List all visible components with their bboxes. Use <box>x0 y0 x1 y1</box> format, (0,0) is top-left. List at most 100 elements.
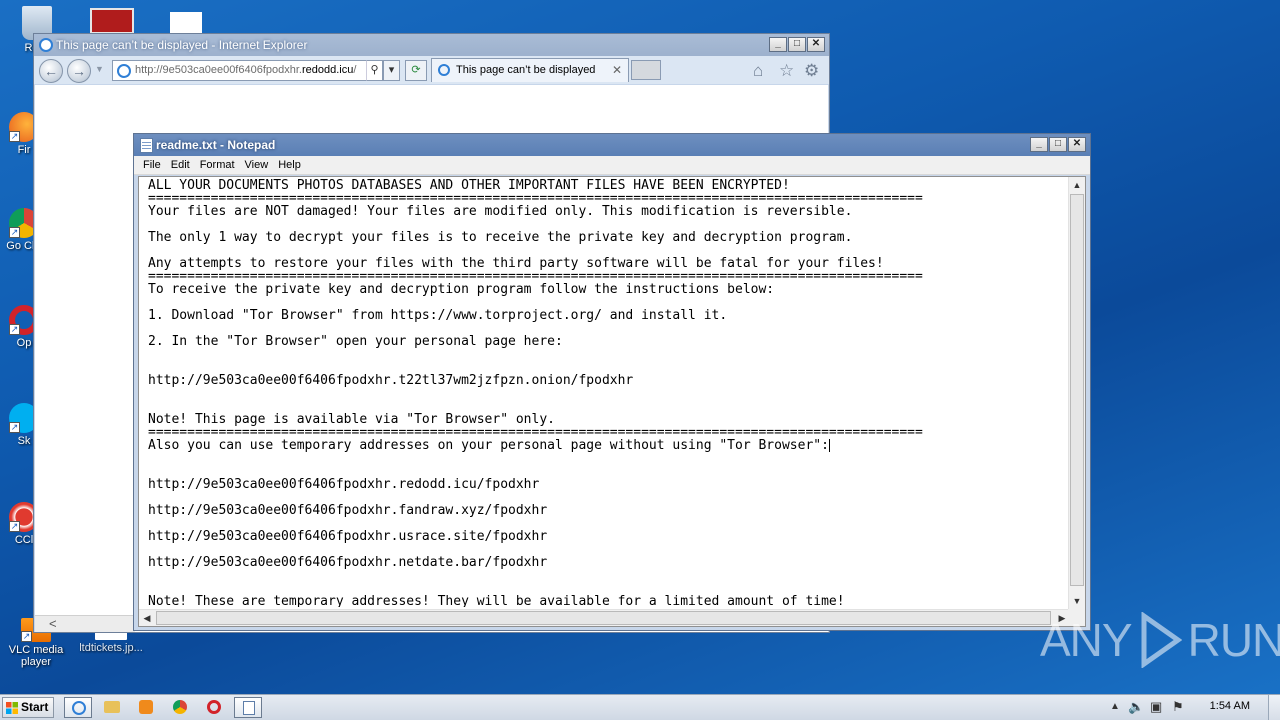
text-line: Also you can use temporary addresses on … <box>148 438 830 453</box>
text-line: http://9e503ca0ee00f6406fpodxhr.usrace.s… <box>148 529 548 544</box>
shortcut-arrow-icon: ↗ <box>9 521 20 532</box>
new-tab-button[interactable] <box>631 60 661 80</box>
start-label: Start <box>21 700 49 714</box>
text-line <box>148 387 1068 400</box>
tab-label: This page can’t be displayed <box>456 64 596 76</box>
tray-expand-icon[interactable]: ▲ <box>1110 701 1120 712</box>
history-dropdown-icon[interactable]: ▼ <box>95 64 104 74</box>
tab-this-page[interactable]: This page can’t be displayed ✕ <box>431 58 629 82</box>
address-bar[interactable]: http://9e503ca0ee00f6406fpodxhr.redodd.i… <box>112 60 400 81</box>
back-arrow-icon: ← <box>44 63 58 79</box>
taskbar-chrome[interactable] <box>166 697 194 718</box>
show-desktop-button[interactable] <box>1268 695 1280 720</box>
taskbar-notepad[interactable] <box>234 697 262 718</box>
shortcut-arrow-icon: ↗ <box>9 324 20 335</box>
taskbar-media-player[interactable] <box>132 697 160 718</box>
refresh-icon: ⟳ <box>411 64 421 76</box>
text-line: http://9e503ca0ee00f6406fpodxhr.redodd.i… <box>148 477 540 492</box>
notepad-window-title: readme.txt - Notepad <box>156 138 276 152</box>
action-center-flag-icon[interactable]: ⚑ <box>1172 699 1184 715</box>
forward-arrow-icon: → <box>72 63 86 79</box>
text-line: The only 1 way to decrypt your files is … <box>148 230 853 245</box>
text-line: http://9e503ca0ee00f6406fpodxhr.netdate.… <box>148 555 548 570</box>
ie-tab-icon <box>438 64 450 76</box>
home-icon[interactable]: ⌂ <box>753 61 763 81</box>
address-domain: redodd.icu <box>301 64 354 76</box>
minimize-button[interactable]: _ <box>769 37 787 52</box>
text-line: To receive the private key and decryptio… <box>148 282 775 297</box>
ie-horizontal-scrollbar[interactable]: < <box>35 615 135 632</box>
ie-toolbar: ← → ▼ http://9e503ca0ee00f6406fpodxhr.re… <box>34 56 829 84</box>
favorites-star-icon[interactable]: ☆ <box>779 61 794 81</box>
chrome-icon <box>173 700 187 714</box>
text-line <box>148 348 1068 361</box>
scroll-up-icon[interactable]: ▲ <box>1069 177 1085 193</box>
menu-edit[interactable]: Edit <box>166 156 195 174</box>
close-button[interactable]: ✕ <box>807 37 825 52</box>
address-suffix: / <box>353 64 357 76</box>
text-line: 2. In the "Tor Browser" open your person… <box>148 334 563 349</box>
acrobat-icon[interactable] <box>90 8 134 34</box>
network-icon[interactable]: ▣ <box>1150 699 1162 715</box>
volume-icon[interactable]: 🔈 <box>1128 699 1144 715</box>
search-button[interactable]: ⚲ <box>366 60 383 81</box>
ie-page-icon <box>117 64 131 78</box>
scroll-thumb[interactable] <box>156 611 1051 625</box>
address-prefix: http://9e503ca0ee00f6406fpodxhr. <box>135 64 302 76</box>
ie-logo-icon <box>72 701 86 715</box>
taskbar-ie[interactable] <box>64 697 92 718</box>
clock[interactable]: 1:54 AM <box>1210 700 1250 712</box>
shortcut-arrow-icon: ↗ <box>9 131 20 142</box>
play-logo-icon <box>1141 612 1182 668</box>
text-line: Note! These are temporary addresses! The… <box>148 594 845 607</box>
notepad-window[interactable]: readme.txt - Notepad _ □ ✕ File Edit For… <box>133 133 1091 631</box>
shortcut-arrow-icon: ↗ <box>21 631 32 642</box>
search-icon: ⚲ <box>370 64 379 76</box>
text-caret <box>828 439 830 452</box>
notepad-menubar: File Edit Format View Help <box>134 156 1090 175</box>
text-line <box>148 569 1068 582</box>
windows-logo-icon <box>6 702 18 714</box>
notepad-icon <box>140 138 153 153</box>
tab-close-icon[interactable]: ✕ <box>612 59 622 81</box>
text-line: http://9e503ca0ee00f6406fpodxhr.fandraw.… <box>148 503 548 518</box>
forward-button[interactable]: → <box>67 59 91 83</box>
close-button[interactable]: ✕ <box>1068 137 1086 152</box>
folder-icon <box>104 701 120 713</box>
scroll-left-icon[interactable]: ◀ <box>139 610 155 626</box>
text-line: http://9e503ca0ee00f6406fpodxhr.t22tl37w… <box>148 373 634 388</box>
anyrun-watermark: ANY RUN <box>1040 608 1280 672</box>
scroll-left-icon[interactable]: < <box>49 616 57 631</box>
scroll-down-icon[interactable]: ▼ <box>1069 593 1085 609</box>
notepad-vertical-scrollbar[interactable]: ▲ ▼ <box>1068 177 1085 609</box>
menu-view[interactable]: View <box>240 156 274 174</box>
notepad-icon <box>243 701 255 715</box>
desktop-icon-label: ltdtickets.jp... <box>79 642 143 654</box>
minimize-button[interactable]: _ <box>1030 137 1048 152</box>
ie-logo-icon <box>39 38 53 52</box>
menu-help[interactable]: Help <box>273 156 306 174</box>
text-line: Your files are NOT damaged! Your files a… <box>148 204 853 219</box>
taskbar-explorer[interactable] <box>98 697 126 718</box>
notepad-titlebar[interactable]: readme.txt - Notepad _ □ ✕ <box>134 134 1090 156</box>
shortcut-arrow-icon: ↗ <box>9 227 20 238</box>
system-tray: ▲ 🔈 ▣ ⚑ 1:54 AM <box>1100 695 1280 720</box>
menu-file[interactable]: File <box>138 156 166 174</box>
notepad-text-area[interactable]: ALL YOUR DOCUMENTS PHOTOS DATABASES AND … <box>148 179 1068 607</box>
ie-titlebar[interactable]: This page can’t be displayed - Internet … <box>34 34 829 56</box>
address-dropdown-button[interactable]: ▾ <box>383 60 400 81</box>
notepad-horizontal-scrollbar[interactable]: ◀ ▶ <box>139 609 1070 626</box>
maximize-button[interactable]: □ <box>788 37 806 52</box>
back-button[interactable]: ← <box>39 59 63 83</box>
chevron-down-icon: ▾ <box>388 64 395 76</box>
file-icon[interactable] <box>170 12 202 34</box>
maximize-button[interactable]: □ <box>1049 137 1067 152</box>
refresh-button[interactable]: ⟳ <box>405 60 427 81</box>
menu-format[interactable]: Format <box>195 156 240 174</box>
taskbar-opera[interactable] <box>200 697 228 718</box>
notepad-editor[interactable]: ALL YOUR DOCUMENTS PHOTOS DATABASES AND … <box>138 176 1086 627</box>
settings-gear-icon[interactable]: ⚙ <box>804 61 819 81</box>
scroll-thumb[interactable] <box>1070 194 1084 586</box>
start-button[interactable]: Start <box>2 697 54 718</box>
opera-icon <box>207 700 221 714</box>
